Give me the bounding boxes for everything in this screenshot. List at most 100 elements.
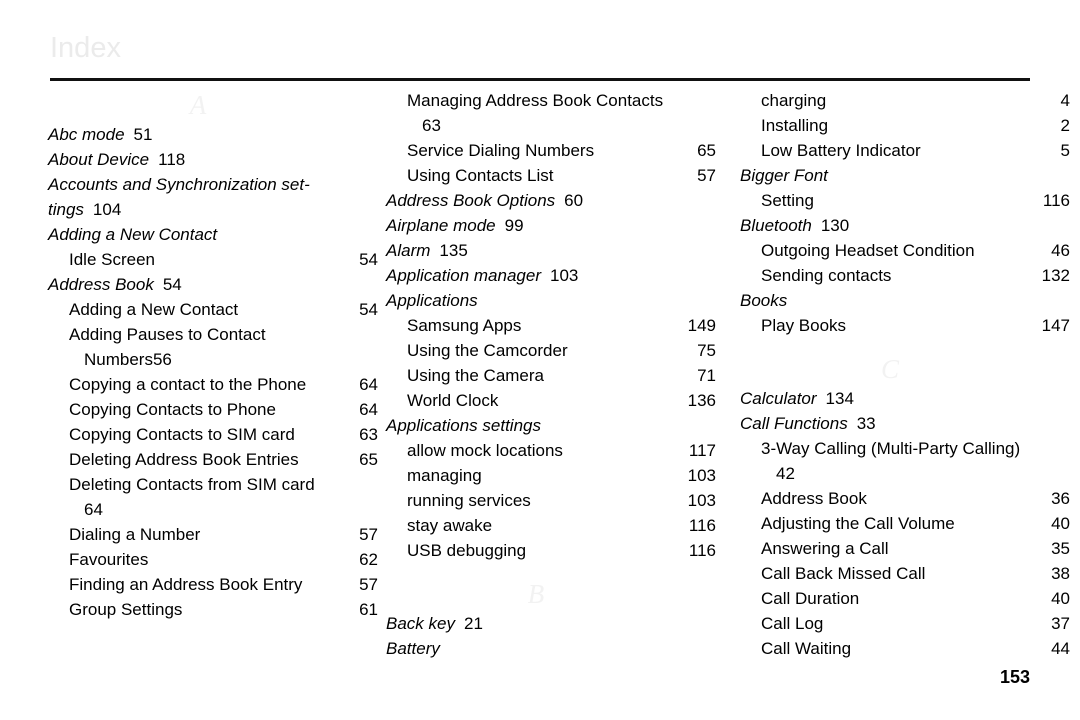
index-entry-page-number: 54 — [162, 275, 182, 294]
index-entry-text: Samsung Apps — [407, 316, 522, 335]
index-entry: Bigger Font — [740, 163, 1070, 188]
index-entry: Finding an Address Book Entry 57 — [48, 572, 378, 597]
index-entry-text: Copying Contacts to Phone — [69, 400, 276, 419]
index-entry-text: World Clock — [407, 391, 499, 410]
index-entry-text: Battery — [386, 639, 440, 658]
index-entry-page-number: 21 — [463, 614, 483, 633]
index-entry: managing 103 — [386, 463, 716, 488]
index-entry-text: Deleting Address Book Entries — [69, 450, 299, 469]
index-entry: Copying Contacts to Phone 64 — [48, 397, 378, 422]
index-entry-page-number: 116 — [688, 541, 716, 560]
index-entry-page-number: 57 — [697, 166, 716, 185]
index-entry-text: Adjusting the Call Volume — [761, 514, 955, 533]
index-column-2: Managing Address Book Contacts 63 Service … — [386, 88, 716, 661]
index-entry-page-number: 33 — [856, 414, 876, 433]
index-entry-page-number: 2 — [1060, 116, 1070, 135]
index-entry: Using the Camera 71 — [386, 363, 716, 388]
index-entry-page-number: 65 — [359, 450, 378, 469]
index-entry-page-number: 130 — [820, 216, 850, 235]
index-entry: Address Book 36 — [740, 486, 1070, 511]
index-entry-text: Application manager — [386, 266, 541, 285]
index-entry: Alarm 135 — [386, 238, 716, 263]
index-entry-page-number: 71 — [697, 366, 716, 385]
index-entry-text: Outgoing Headset Condition — [761, 241, 975, 260]
index-entry-text: 3-Way Calling (Multi-Party Calling) — [761, 439, 1021, 458]
index-entry: Adding Pauses to Contact — [48, 322, 378, 347]
index-entry: Service Dialing Numbers 65 — [386, 138, 716, 163]
index-entry: tings 104 — [48, 197, 378, 222]
index-entry-page-number: 57 — [359, 525, 378, 544]
index-entry: Group Settings 61 — [48, 597, 378, 622]
index-entry-page-number: 134 — [825, 389, 854, 408]
index-entry: Using the Camcorder 75 — [386, 338, 716, 363]
index-entry-page-number: 46 — [1051, 241, 1070, 260]
index-entry: Call Waiting 44 — [740, 636, 1070, 661]
index-entry-page-number: 116 — [1042, 191, 1070, 210]
index-entry-text: Dialing a Number — [69, 525, 201, 544]
index-entry-text: Using the Camcorder — [407, 341, 568, 360]
index-entry-page-number: 5 — [1060, 141, 1070, 160]
index-entry-page-number: 4 — [1060, 91, 1070, 110]
index-entry-text: Address Book Options — [386, 191, 556, 210]
index-entry-page-number: 117 — [688, 441, 716, 460]
index-entry-text: tings — [48, 200, 84, 219]
index-entry-text: Adding a New Contact — [69, 300, 239, 319]
index-entry-text: Call Duration — [761, 589, 860, 608]
index-entry-text: Idle Screen — [69, 250, 155, 269]
index-entry: Call Log 37 — [740, 611, 1070, 636]
section-letter-a: A — [189, 90, 207, 120]
index-entry-page-number: 147 — [1041, 316, 1070, 335]
index-entry-text: Alarm — [386, 241, 431, 260]
index-entry-text: Adding Pauses to Contact — [69, 325, 266, 344]
index-entry: Adding a New Contact 54 — [48, 297, 378, 322]
index-entry: Installing 2 — [740, 113, 1070, 138]
index-entry-text: stay awake — [407, 516, 493, 535]
index-entry-page-number: 149 — [687, 316, 716, 335]
section-letter-c: C — [880, 354, 899, 384]
index-entry: 64 — [48, 497, 378, 522]
index-entry: Favourites 62 — [48, 547, 378, 572]
index-entry-text: Applications — [386, 291, 478, 310]
index-entry: 42 — [740, 461, 1070, 486]
index-entry-text: Call Functions — [740, 414, 848, 433]
index-entry-page-number: 62 — [359, 550, 378, 569]
index-entry-text: Finding an Address Book Entry — [69, 575, 303, 594]
index-entry-page-number: 136 — [687, 391, 716, 410]
index-entry: USB debugging 116 — [386, 538, 716, 563]
index-entry: Outgoing Headset Condition 46 — [740, 238, 1070, 263]
index-entry: About Device 118 — [48, 147, 378, 172]
index-entry-page-number: 104 — [92, 200, 122, 219]
index-entry-text: Service Dialing Numbers — [407, 141, 595, 160]
index-entry: Abc mode 51 — [48, 122, 378, 147]
index-entry: World Clock 136 — [386, 388, 716, 413]
index-entry: Using Contacts List 57 — [386, 163, 716, 188]
index-entry: Applications — [386, 288, 716, 313]
index-entry-page-number: 36 — [1051, 489, 1070, 508]
index-entry-text: Back key — [386, 614, 455, 633]
index-entry-text: Call Log — [761, 614, 824, 633]
index-entry-text: Numbers — [84, 350, 153, 369]
index-entry: 3-Way Calling (Multi-Party Calling) — [740, 436, 1070, 461]
index-entry: Deleting Address Book Entries 65 — [48, 447, 378, 472]
footer-page-number: 153 — [999, 667, 1030, 687]
index-entry-page-number: 75 — [697, 341, 716, 360]
index-entry: Numbers56 — [48, 347, 378, 372]
index-entry-text: managing — [407, 466, 482, 485]
index-entry: Bluetooth 130 — [740, 213, 1070, 238]
index-entry-text: Setting — [761, 191, 814, 210]
index-entry-text: Accounts and Synchronization set- — [48, 175, 310, 194]
index-entry-text: Play Books — [761, 316, 847, 335]
index-entry-page-number: 60 — [564, 191, 584, 210]
index-entry: running services 103 — [386, 488, 716, 513]
index-entry: Address Book Options 60 — [386, 188, 716, 213]
index-column-1: A Abc mode 51 About Device 118 Accounts and S… — [48, 88, 378, 622]
index-entry-page-number: 54 — [359, 250, 378, 269]
index-entry: Books — [740, 288, 1070, 313]
index-entry-text: Adding a New Contact — [48, 225, 218, 244]
index-entry-text: Bigger Font — [740, 166, 828, 185]
index-entry: Calculator 134 — [740, 386, 1070, 411]
index-entry: Call Back Missed Call 38 — [740, 561, 1070, 586]
index-entry-text: Airplane mode — [386, 216, 496, 235]
index-entry-page-number: 51 — [133, 125, 153, 144]
